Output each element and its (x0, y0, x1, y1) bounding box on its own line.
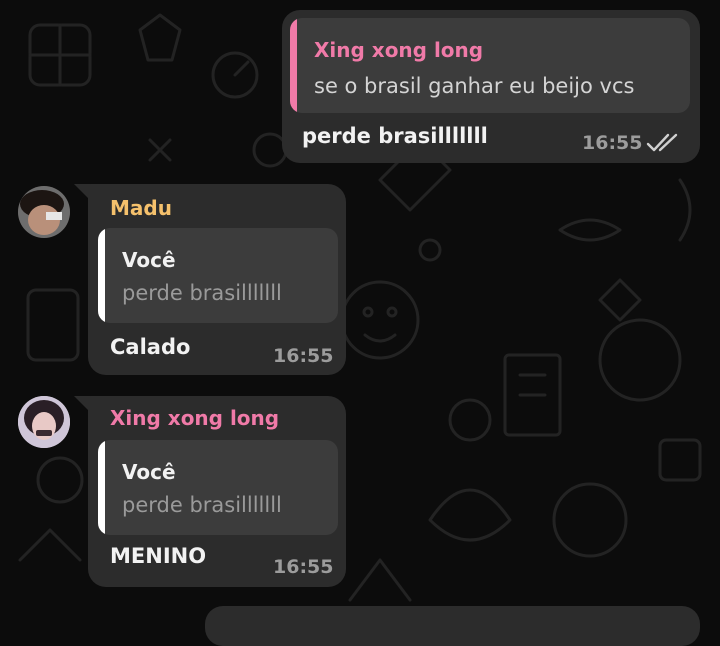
quote-accent-bar (98, 228, 105, 323)
message-text: MENINO (110, 544, 207, 568)
double-check-icon (646, 133, 678, 152)
avatar[interactable] (18, 186, 70, 238)
message-time: 16:55 (582, 132, 643, 154)
message-text: perde brasilllllll (302, 124, 488, 148)
quoted-author: Xing xong long (314, 38, 484, 62)
outgoing-message-bubble-partial[interactable] (205, 606, 700, 646)
quoted-message[interactable]: Xing xong long se o brasil ganhar eu bei… (290, 18, 690, 113)
sender-name[interactable]: Madu (110, 196, 172, 220)
quoted-author: Você (122, 460, 176, 484)
quote-accent-bar (98, 440, 105, 535)
sender-name[interactable]: Xing xong long (110, 406, 279, 430)
outgoing-message-bubble[interactable]: Xing xong long se o brasil ganhar eu bei… (282, 10, 700, 163)
quoted-text: perde brasilllllll (122, 493, 282, 517)
message-time: 16:55 (273, 345, 334, 367)
quoted-text: perde brasilllllll (122, 281, 282, 305)
person-photo-icon (18, 186, 70, 238)
quote-accent-bar (290, 18, 297, 113)
incoming-message-bubble[interactable]: Madu Você perde brasilllllll Calado 16:5… (88, 184, 346, 375)
avatar[interactable] (18, 396, 70, 448)
message-time: 16:55 (273, 556, 334, 578)
quoted-message[interactable]: Você perde brasilllllll (98, 228, 338, 323)
quoted-message[interactable]: Você perde brasilllllll (98, 440, 338, 535)
quoted-text: se o brasil ganhar eu beijo vcs (314, 74, 635, 98)
quoted-author: Você (122, 248, 176, 272)
message-text: Calado (110, 335, 191, 359)
person-photo-icon (18, 396, 70, 448)
incoming-message-bubble[interactable]: Xing xong long Você perde brasilllllll M… (88, 396, 346, 587)
